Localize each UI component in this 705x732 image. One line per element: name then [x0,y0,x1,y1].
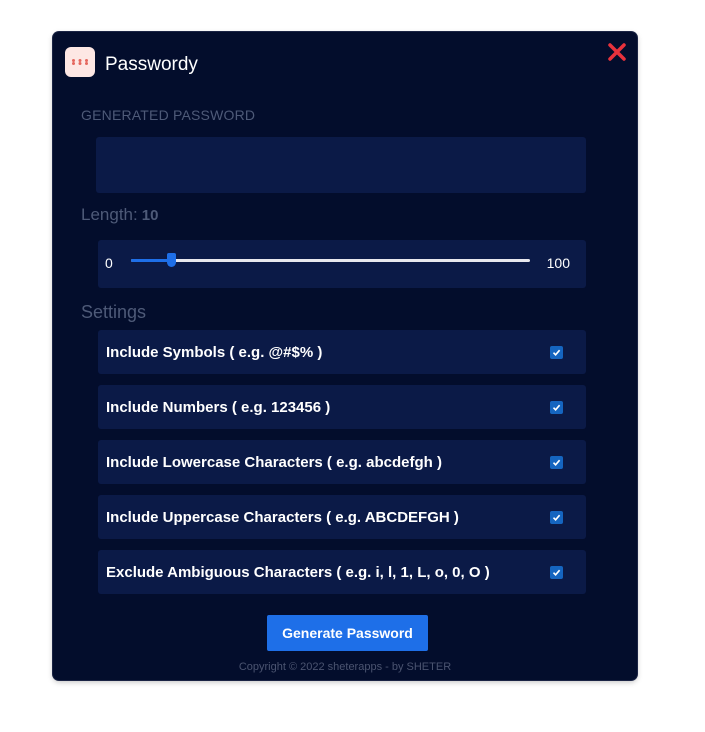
option-label: Include Numbers ( e.g. 123456 ) [106,399,331,416]
generate-password-button[interactable]: Generate Password [267,615,428,651]
app-window: Passwordy GENERATED PASSWORD Length: 10 0… [53,32,637,680]
password-output-field[interactable] [96,137,586,193]
include-lowercase-checkbox[interactable] [550,456,563,469]
checkmark-icon [552,569,561,576]
slider-thumb[interactable] [166,253,176,267]
app-title: Passwordy [105,54,198,75]
length-label-text: Length: [81,205,138,224]
copyright-text: Copyright © 2022 sheterapps - by SHETER [238,661,452,673]
checkmark-icon [552,404,561,411]
option-include-symbols[interactable]: Include Symbols ( e.g. @#$% ) [98,330,586,374]
option-label: Exclude Ambiguous Characters ( e.g. i, l… [106,564,490,581]
include-numbers-checkbox[interactable] [550,401,563,414]
checkmark-icon [552,514,561,521]
app-icon [65,47,95,77]
close-button[interactable] [607,42,627,62]
option-label: Include Symbols ( e.g. @#$% ) [106,344,323,361]
slider-max-label: 100 [546,255,570,271]
slider-min-label: 0 [105,255,113,271]
close-icon [608,43,626,61]
checkmark-icon [552,349,561,356]
length-slider-panel: 0 100 [98,240,586,288]
option-label: Include Lowercase Characters ( e.g. abcd… [106,454,442,471]
option-label: Include Uppercase Characters ( e.g. ABCD… [106,509,459,526]
option-exclude-ambiguous[interactable]: Exclude Ambiguous Characters ( e.g. i, l… [98,550,586,594]
option-include-uppercase[interactable]: Include Uppercase Characters ( e.g. ABCD… [98,495,586,539]
include-symbols-checkbox[interactable] [550,346,563,359]
option-include-lowercase[interactable]: Include Lowercase Characters ( e.g. abcd… [98,440,586,484]
checkmark-icon [552,459,561,466]
option-include-numbers[interactable]: Include Numbers ( e.g. 123456 ) [98,385,586,429]
length-label: Length: 10 [81,205,158,225]
generated-password-label: GENERATED PASSWORD [81,107,256,123]
length-slider[interactable] [131,253,530,267]
exclude-ambiguous-checkbox[interactable] [550,566,563,579]
slider-fill [131,259,171,262]
include-uppercase-checkbox[interactable] [550,511,563,524]
settings-label: Settings [81,302,147,322]
length-value: 10 [141,207,159,224]
asterisks-icon [72,59,88,65]
